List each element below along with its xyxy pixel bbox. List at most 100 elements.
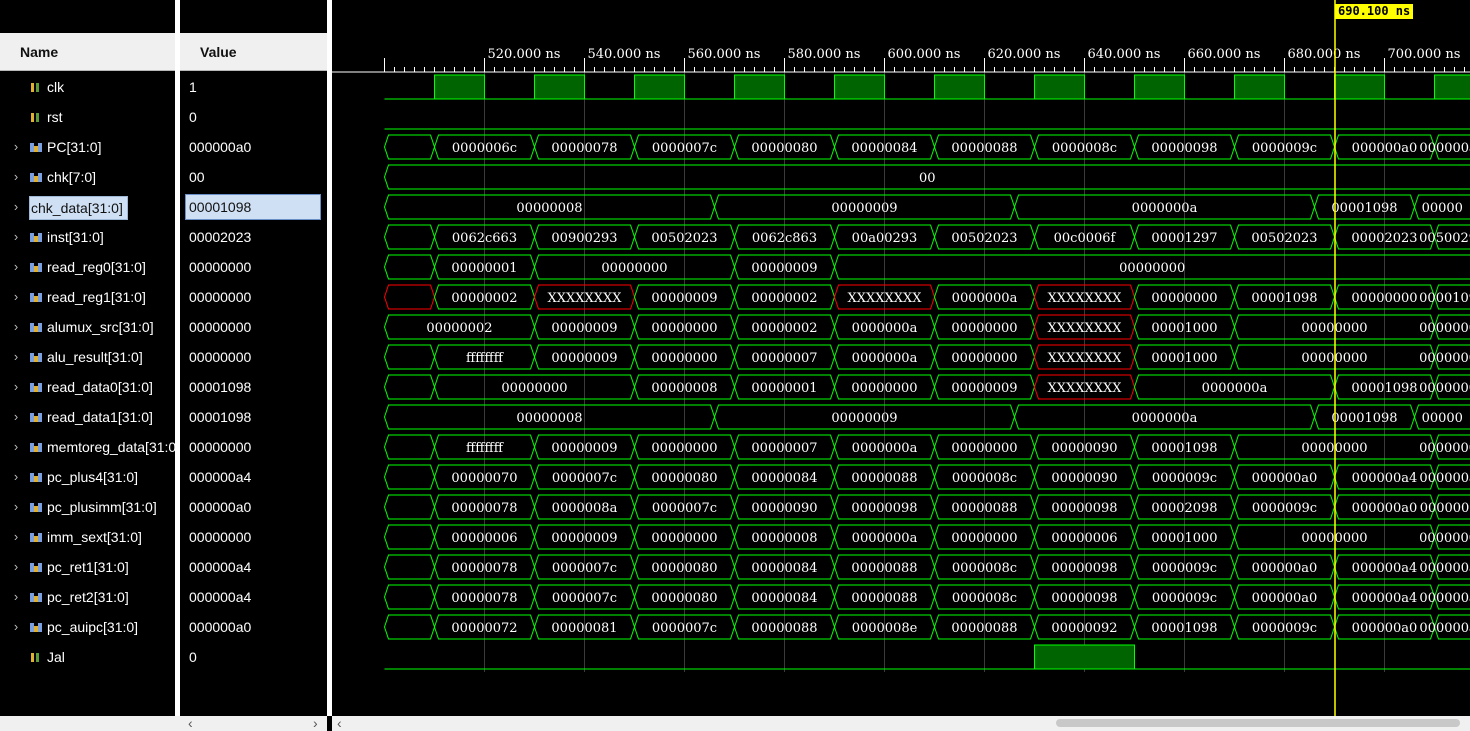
signal-row[interactable]: rst 0 bbox=[0, 102, 327, 132]
expand-chevron-icon[interactable]: › bbox=[10, 530, 22, 544]
signal-row[interactable]: › chk_data[31:0] 00001098 bbox=[0, 192, 327, 222]
signal-row[interactable]: clk 1 bbox=[0, 72, 327, 102]
expand-chevron-icon[interactable]: › bbox=[10, 470, 22, 484]
signal-row[interactable]: › alumux_src[31:0] 00000000 bbox=[0, 312, 327, 342]
signal-name: read_data0[31:0] bbox=[47, 379, 153, 395]
waveform-pane[interactable]: 520.000 ns 540.000 ns 560.000 ns 580.000 ns… bbox=[332, 0, 1470, 716]
bus-value-label: 00000080 bbox=[651, 471, 717, 486]
expand-chevron-icon[interactable]: › bbox=[10, 410, 22, 424]
value-column-header[interactable]: Value bbox=[180, 33, 327, 71]
bus-value-label: 00000000 bbox=[651, 351, 717, 366]
signal-row[interactable]: › read_reg1[31:0] 00000000 bbox=[0, 282, 327, 312]
signal-value: 00001098 bbox=[189, 379, 252, 395]
bus-value-label: 00002098 bbox=[1151, 501, 1217, 516]
signal-row[interactable]: › alu_result[31:0] 00000000 bbox=[0, 342, 327, 372]
signal-row[interactable]: › pc_ret2[31:0] 000000a4 bbox=[0, 582, 327, 612]
signal-row[interactable]: › pc_ret1[31:0] 000000a4 bbox=[0, 552, 327, 582]
bus-value-label: 00000080 bbox=[651, 591, 717, 606]
cursor-time-label[interactable]: 690.100 ns bbox=[1335, 4, 1414, 19]
signal-row[interactable]: › PC[31:0] 000000a0 bbox=[0, 132, 327, 162]
bus-segment bbox=[383, 344, 436, 370]
signal-row[interactable]: › read_data0[31:0] 00001098 bbox=[0, 372, 327, 402]
expand-chevron-icon[interactable]: › bbox=[10, 140, 22, 154]
bus-value-label: 0000000a bbox=[852, 321, 918, 336]
bus-value-label: 00000009 bbox=[831, 201, 897, 216]
waveform-scroll-thumb[interactable] bbox=[1056, 719, 1460, 727]
signal-row[interactable]: › inst[31:0] 00002023 bbox=[0, 222, 327, 252]
signal-row[interactable]: › pc_plusimm[31:0] 000000a0 bbox=[0, 492, 327, 522]
signal-row[interactable]: › pc_auipc[31:0] 000000a0 bbox=[0, 612, 327, 642]
expand-chevron-icon[interactable]: › bbox=[10, 620, 22, 634]
bus-signal-icon bbox=[30, 533, 42, 542]
bus-value-label: 0000008c bbox=[952, 561, 1017, 576]
bus-x-segment bbox=[383, 284, 436, 310]
bus-value-label: 00000088 bbox=[751, 621, 817, 636]
bus-segment bbox=[383, 524, 436, 550]
bit-high-segment bbox=[1434, 74, 1470, 100]
expand-chevron-icon[interactable]: › bbox=[10, 350, 22, 364]
bus-value-label: 00000005 bbox=[1419, 351, 1470, 366]
bus-signal-icon bbox=[30, 503, 42, 512]
expand-chevron-icon[interactable]: › bbox=[10, 200, 22, 214]
waveform-canvas[interactable]: 520.000 ns 540.000 ns 560.000 ns 580.000 ns… bbox=[332, 0, 1470, 716]
bus-value-label: 00000088 bbox=[951, 501, 1017, 516]
signal-row[interactable]: › read_reg0[31:0] 00000000 bbox=[0, 252, 327, 282]
signal-row[interactable]: › read_data1[31:0] 00001098 bbox=[0, 402, 327, 432]
signal-value: 00001098 bbox=[189, 199, 252, 215]
bus-value-label: 00001098 bbox=[1331, 411, 1397, 426]
bus-value-label: 00a00293 bbox=[852, 231, 918, 246]
bus-value-label: 000000a4 bbox=[1419, 141, 1470, 156]
signal-row[interactable]: › imm_sext[31:0] 00000000 bbox=[0, 522, 327, 552]
bus-value-label: 00502023 bbox=[951, 231, 1017, 246]
bus-value-label: 00000006 bbox=[1051, 531, 1117, 546]
expand-chevron-icon[interactable]: › bbox=[10, 260, 22, 274]
bus-value-label: 00000008 bbox=[751, 531, 817, 546]
scroll-left-icon[interactable]: ‹ bbox=[188, 715, 193, 731]
bus-value-label: 00000008 bbox=[516, 411, 582, 426]
ruler-tick-label: 600.000 ns bbox=[888, 47, 961, 62]
signal-name: alu_result[31:0] bbox=[47, 349, 143, 365]
bus-value-label: 0000007c bbox=[552, 561, 617, 576]
bus-value-label: 00000090 bbox=[1051, 441, 1117, 456]
bus-signal-icon bbox=[30, 293, 42, 302]
bus-value-label: 00000098 bbox=[851, 501, 917, 516]
bus-segment bbox=[383, 554, 436, 580]
expand-chevron-icon[interactable]: › bbox=[10, 590, 22, 604]
column-splitter[interactable] bbox=[175, 0, 180, 716]
signal-row[interactable]: › memtoreg_data[31:0] 00000000 bbox=[0, 432, 327, 462]
bus-value-label: 00000000 bbox=[851, 381, 917, 396]
bus-signal-icon bbox=[30, 263, 42, 272]
bus-value-label: 00000098 bbox=[1051, 591, 1117, 606]
signal-row[interactable]: › chk[7:0] 00 bbox=[0, 162, 327, 192]
bus-value-label: 00000088 bbox=[851, 561, 917, 576]
expand-chevron-icon[interactable]: › bbox=[10, 500, 22, 514]
expand-chevron-icon[interactable]: › bbox=[10, 320, 22, 334]
bus-segment bbox=[383, 434, 436, 460]
signal-name: PC[31:0] bbox=[47, 139, 102, 155]
bus-value-label: 00000001 bbox=[1419, 381, 1470, 396]
bus-segment bbox=[383, 614, 436, 640]
signal-row[interactable]: Jal 0 bbox=[0, 642, 327, 672]
bus-value-label: 00000000 bbox=[651, 321, 717, 336]
signal-name: alumux_src[31:0] bbox=[47, 319, 154, 335]
name-column-header[interactable]: Name bbox=[0, 33, 175, 71]
bus-value-label: 000000a8 bbox=[1419, 591, 1470, 606]
expand-chevron-icon[interactable]: › bbox=[10, 380, 22, 394]
bit-high-segment bbox=[1234, 74, 1285, 100]
expand-chevron-icon[interactable]: › bbox=[10, 560, 22, 574]
expand-chevron-icon[interactable]: › bbox=[10, 440, 22, 454]
expand-chevron-icon[interactable]: › bbox=[10, 170, 22, 184]
bus-value-label: 00000084 bbox=[751, 471, 817, 486]
expand-chevron-icon[interactable]: › bbox=[10, 230, 22, 244]
wave-scroll-left-icon[interactable]: ‹ bbox=[337, 715, 342, 731]
signal-row[interactable]: › pc_plus4[31:0] 000000a4 bbox=[0, 462, 327, 492]
bus-value-label: 00000000 bbox=[951, 321, 1017, 336]
scroll-right-icon[interactable]: › bbox=[313, 715, 318, 731]
bus-signal-icon bbox=[30, 323, 42, 332]
bus-value-label: 0000009c bbox=[1252, 141, 1317, 156]
ruler-tick-label: 580.000 ns bbox=[788, 47, 861, 62]
bus-value-label: 0000000a bbox=[852, 441, 918, 456]
expand-chevron-icon[interactable]: › bbox=[10, 290, 22, 304]
value-scrollbar[interactable] bbox=[180, 716, 327, 731]
bit-signal-icon bbox=[31, 83, 39, 92]
